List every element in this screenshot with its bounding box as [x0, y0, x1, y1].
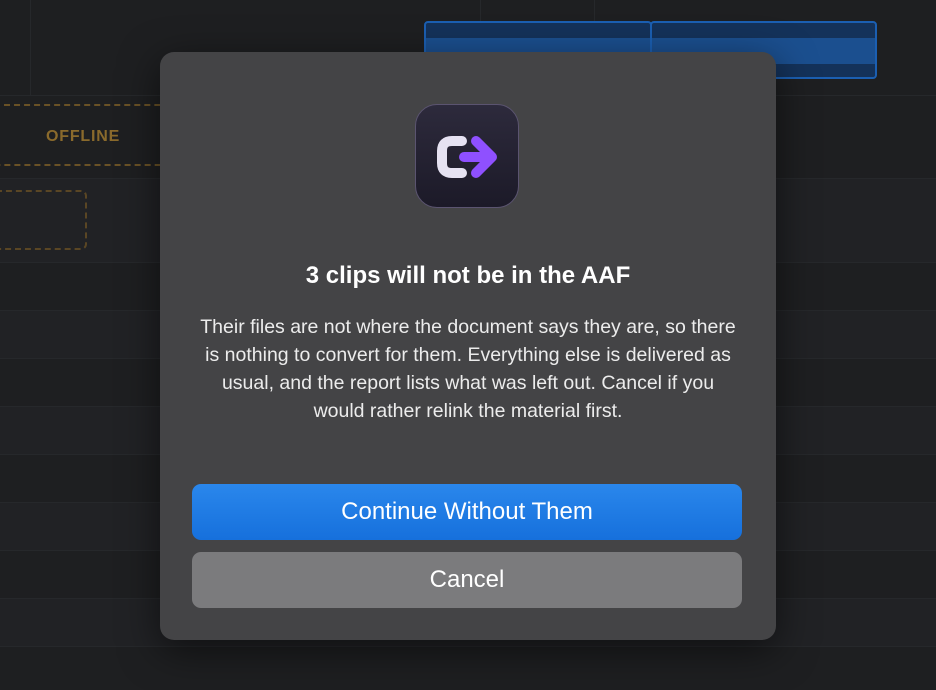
track-row [0, 646, 936, 690]
timeline-background: OFFLINE 3 clips will not be in the AAF T… [0, 0, 936, 690]
offline-label: OFFLINE [46, 128, 121, 145]
dialog-message: Their files are not where the document s… [200, 316, 736, 422]
ruler-divider [30, 0, 31, 95]
dialog-title: 3 clips will not be in the AAF [305, 262, 631, 289]
cancel-button[interactable]: Cancel [192, 552, 742, 608]
offline-clip[interactable] [0, 190, 87, 250]
alert-dialog: 3 clips will not be in the AAF Their fil… [160, 52, 776, 640]
continue-without-them-button[interactable]: Continue Without Them [192, 484, 742, 540]
convert-arrow-icon [415, 104, 519, 208]
